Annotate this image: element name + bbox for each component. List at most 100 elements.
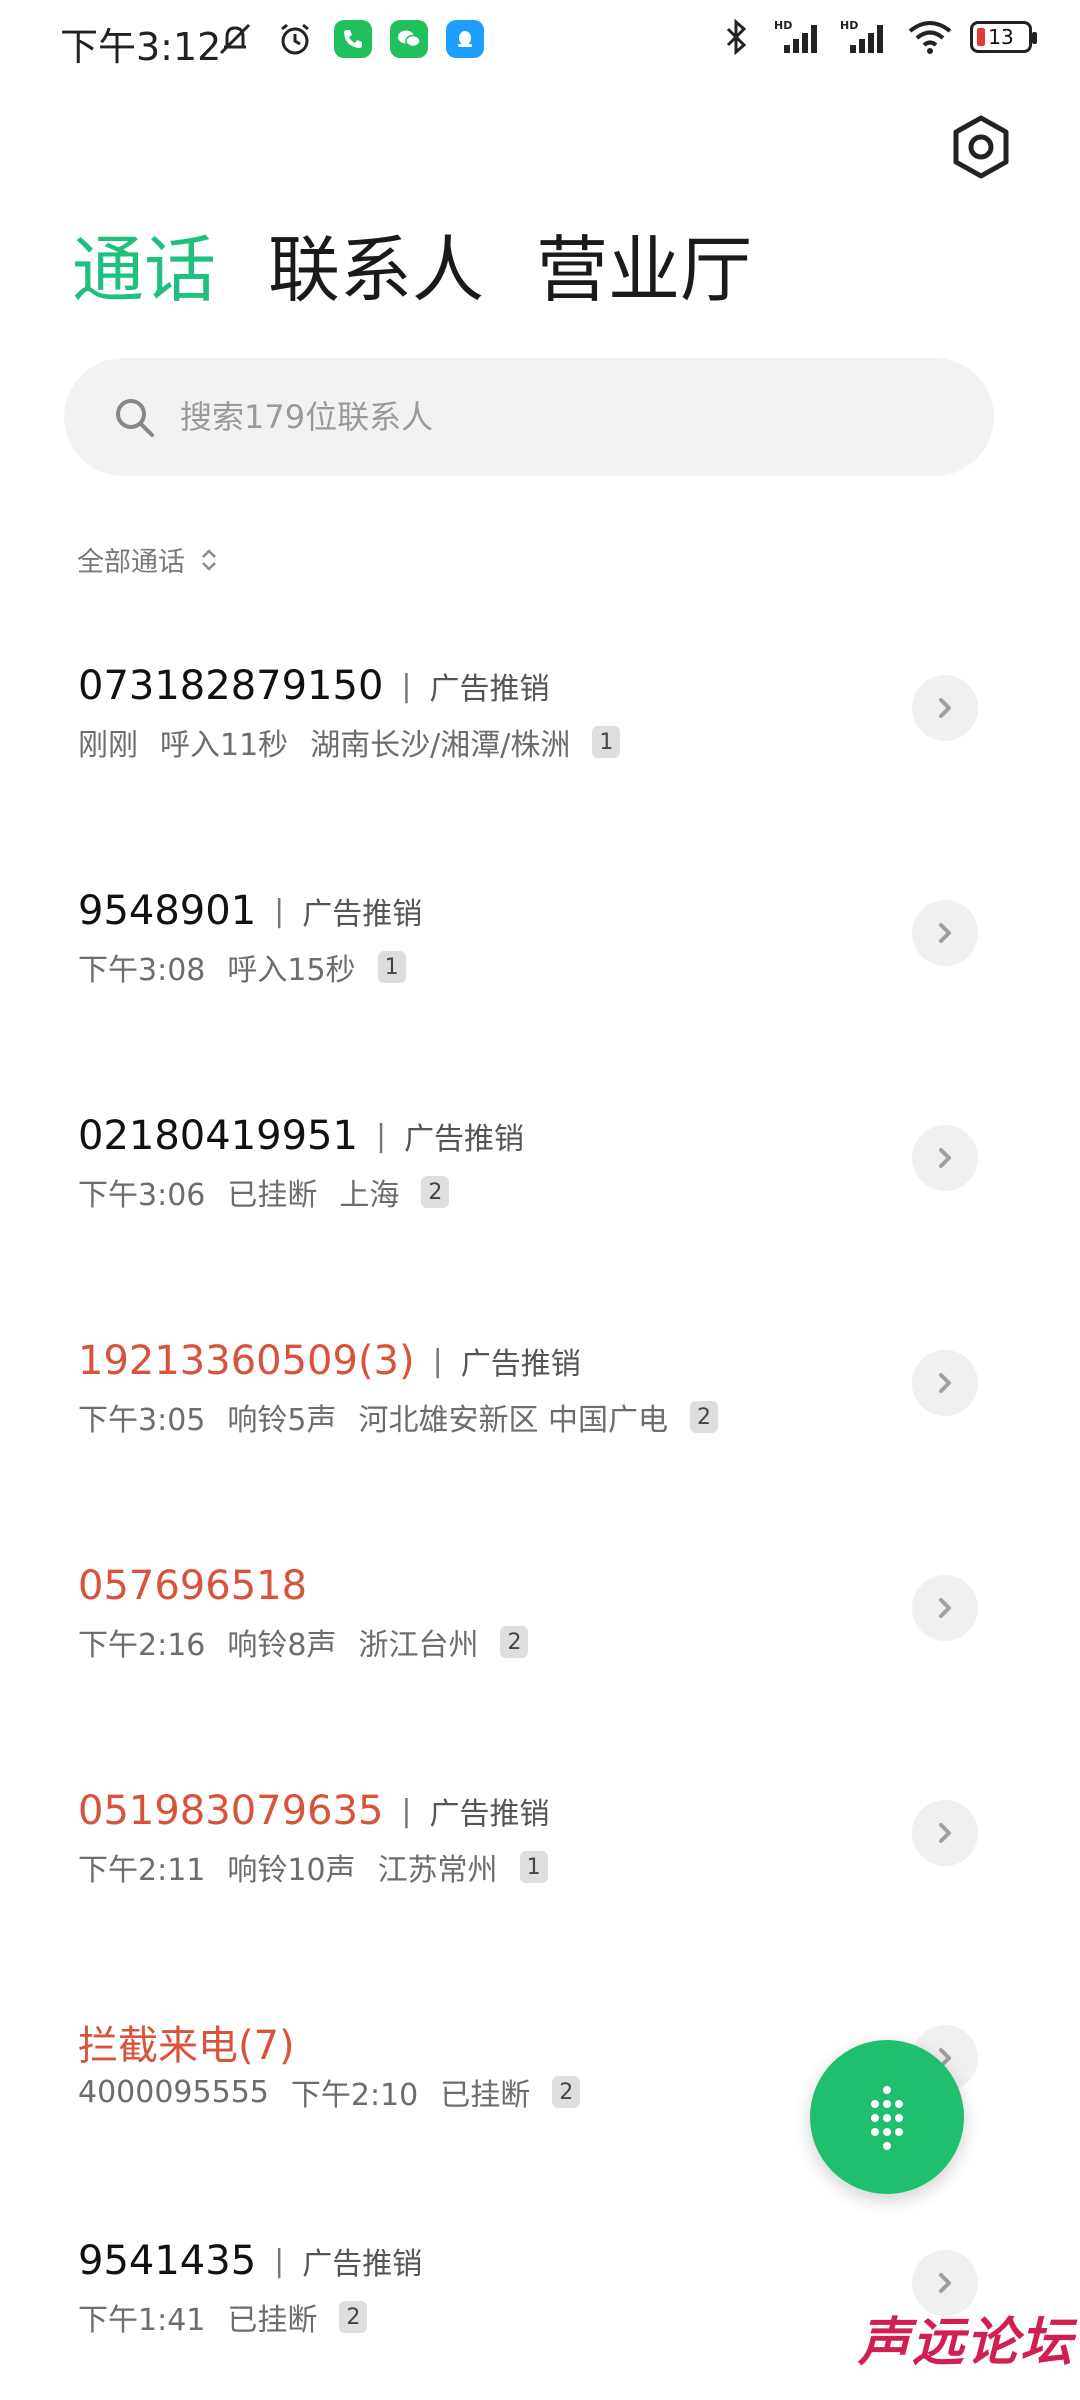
tag-divider: | [375,1118,387,1154]
call-log-item[interactable]: 9548901 | 广告推销 下午3:08 呼入15秒 1 [0,850,1080,1050]
call-detail-button[interactable] [912,900,978,966]
caller-number: 19213360509(3) [78,1338,415,1384]
battery-level: 13 [988,25,1014,49]
call-secondary-line: 下午3:08 呼入15秒 1 [78,945,406,989]
call-secondary-line: 下午3:06 已挂断 上海 2 [78,1170,450,1214]
call-filter-label: 全部通话 [77,547,185,578]
call-primary-line: 057696518 [78,1563,307,1609]
call-secondary-line: 下午3:05 响铃5声 河北雄安新区 中国广电 2 [78,1395,719,1439]
chevron-right-icon [939,1373,951,1393]
search-input[interactable] [178,397,942,437]
call-log-item[interactable]: 051983079635 | 广告推销 下午2:11 响铃10声 江苏常州 1 [0,1750,1080,1950]
call-filter-dropdown[interactable]: 全部通话 [77,540,219,579]
battery-indicator: 13 [970,21,1037,53]
call-count-badge: 1 [592,726,621,758]
call-location: 已挂断 [440,2078,531,2113]
call-detail: 呼入15秒 [227,953,356,988]
call-detail: 响铃5声 [227,1403,337,1438]
call-primary-line: 073182879150 | 广告推销 [78,663,550,709]
main-tabs: 通话 联系人 营业厅 [72,234,752,306]
call-location: 江苏常州 [377,1853,498,1888]
tag-divider: | [401,1793,412,1829]
call-detail: 已挂断 [227,2303,318,2338]
call-secondary-line: 下午2:11 响铃10声 江苏常州 1 [78,1845,548,1889]
call-detail: 下午2:10 [290,2078,419,2113]
tab-calls[interactable]: 通话 [72,234,216,306]
call-primary-line: 9548901 | 广告推销 [78,888,422,934]
status-bar: 下午3:12 HD HD 13 [0,0,1080,84]
call-count-badge: 2 [690,1401,719,1433]
call-time: 下午3:05 [78,1403,206,1438]
dialpad-button[interactable] [810,2040,964,2194]
caller-number: 9548901 [78,888,257,934]
tab-service-hall[interactable]: 营业厅 [536,234,752,306]
tab-contacts[interactable]: 联系人 [268,234,484,306]
caller-tag: 广告推销 [404,1122,525,1157]
call-detail-button[interactable] [912,675,978,741]
chevron-right-icon [939,923,951,943]
call-location: 湖南长沙/湘潭/株洲 [310,728,571,763]
svg-text:HD: HD [774,19,792,32]
call-count-badge: 2 [339,2301,368,2333]
search-bar[interactable] [64,358,994,476]
call-detail-button[interactable] [912,1575,978,1641]
call-log-item[interactable]: 19213360509(3) | 广告推销下午3:05 响铃5声 河北雄安新区 中国广电… [0,1300,1080,1500]
settings-icon [953,115,1009,179]
call-log-item[interactable]: 057696518 下午2:16 响铃8声 浙江台州 2 [0,1525,1080,1725]
call-primary-line: 19213360509(3) | 广告推销 [78,1338,581,1384]
status-left-icons [214,18,484,60]
call-location: 上海 [339,1178,400,1213]
call-primary-line: 051983079635 | 广告推销 [78,1788,550,1834]
tag-divider: | [432,1343,443,1379]
call-time: 下午3:06 [78,1178,206,1213]
call-secondary-line: 下午1:41 已挂断 2 [78,2295,368,2339]
call-count-badge: 2 [421,1176,450,1208]
chevron-right-icon [939,1823,951,1843]
call-time: 4000095555 [78,2074,269,2110]
caller-number: 02180419951 [78,1113,358,1159]
call-detail: 呼入11秒 [160,728,289,763]
call-detail-button[interactable] [912,1800,978,1866]
call-count-badge: 2 [500,1626,529,1658]
search-icon [116,399,154,437]
settings-button[interactable] [946,112,1016,182]
sort-toggle-icon [202,548,216,571]
caller-tag: 广告推销 [429,672,550,707]
caller-number: 057696518 [78,1563,308,1609]
wechat-icon [390,20,428,58]
mute-icon [214,18,256,60]
forum-watermark: 声远论坛 [858,2313,1075,2373]
phone-app-icon [334,20,372,58]
svg-text:HD: HD [840,19,858,32]
call-time: 下午1:41 [78,2303,206,2338]
chevron-right-icon [939,698,951,718]
call-detail: 响铃8声 [227,1628,337,1663]
call-location: 浙江台州 [358,1628,479,1663]
call-primary-line: 拦截来电(7) [78,2013,295,2071]
caller-tag: 广告推销 [460,1347,581,1382]
qq-icon [446,20,484,58]
status-right-icons: HD HD 13 [716,16,1037,58]
signal-hd-1-icon: HD [774,16,824,58]
call-location: 河北雄安新区 中国广电 [358,1403,669,1438]
call-time: 下午2:16 [78,1628,206,1663]
status-time: 下午3:12 [60,25,222,69]
chevron-right-icon [939,2273,951,2293]
caller-number: 051983079635 [78,1788,384,1834]
caller-tag: 广告推销 [302,2247,423,2282]
tag-divider: | [274,893,285,929]
call-count-badge: 1 [377,951,406,983]
call-detail-button[interactable] [912,1125,978,1191]
chevron-right-icon [939,1148,951,1168]
call-secondary-line: 刚刚 呼入11秒 湖南长沙/湘潭/株洲 1 [78,720,621,764]
caller-number: 拦截来电(7) [78,2023,295,2069]
alarm-icon [274,18,316,60]
call-log-item[interactable]: 02180419951 | 广告推销 下午3:06 已挂断 上海 2 [0,1075,1080,1275]
call-log-item[interactable]: 073182879150 | 广告推销 刚刚 呼入11秒 湖南长沙/湘潭/株洲 1 [0,625,1080,825]
call-primary-line: 02180419951 | 广告推销 [78,1113,524,1159]
wifi-icon [906,16,954,58]
tag-divider: | [401,668,412,704]
caller-tag: 广告推销 [302,897,423,932]
call-detail-button[interactable] [912,1350,978,1416]
caller-number: 9541435 [78,2238,257,2284]
